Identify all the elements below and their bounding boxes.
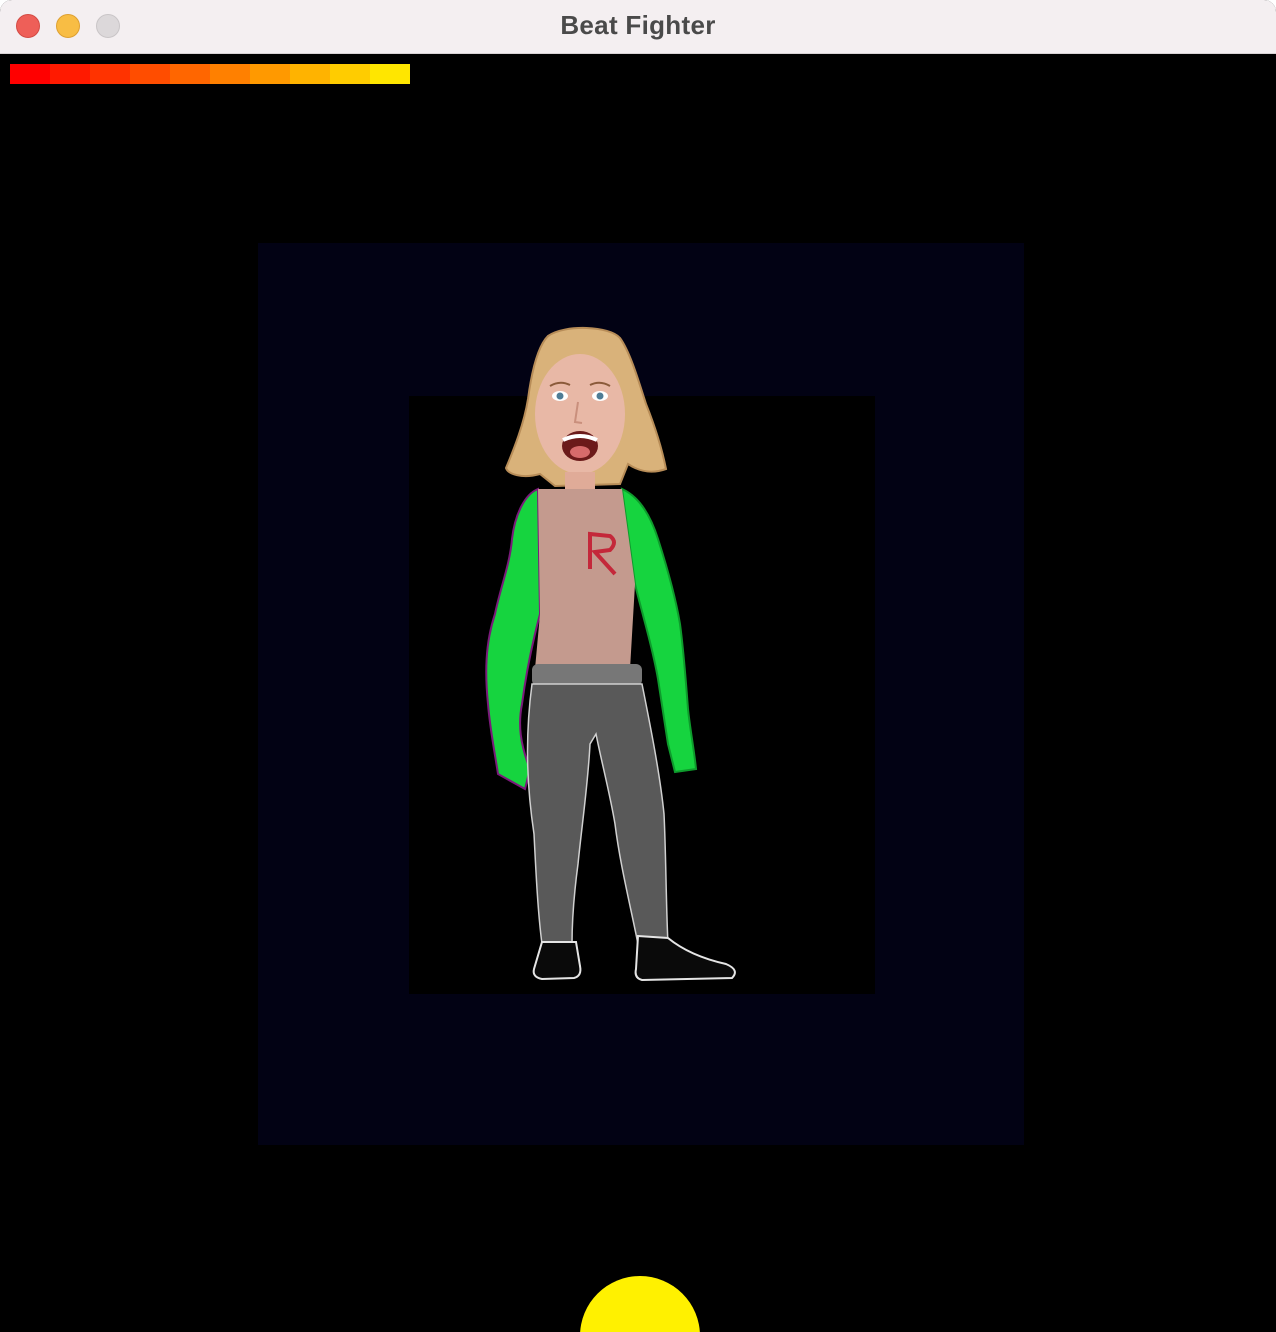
health-bar-segment [10, 64, 50, 84]
health-bar-segment [90, 64, 130, 84]
health-bar [10, 64, 410, 84]
health-bar-segment [210, 64, 250, 84]
fighter-shirt [535, 489, 635, 669]
health-bar-segment [370, 64, 410, 84]
game-canvas[interactable] [0, 54, 1276, 1332]
health-bar-segment [170, 64, 210, 84]
window-title: Beat Fighter [560, 10, 716, 40]
health-bar-segment [250, 64, 290, 84]
fighter-right-shoe [634, 934, 736, 982]
title-bar: Beat Fighter [0, 0, 1276, 54]
fighter-character [485, 327, 736, 982]
health-bar-segment [50, 64, 90, 84]
fighter-pants [526, 683, 669, 945]
health-bar-segment [330, 64, 370, 84]
beat-orb[interactable] [580, 1276, 700, 1332]
health-bar-segment [130, 64, 170, 84]
fighter-left-shoe [532, 941, 582, 981]
health-bar-segment [290, 64, 330, 84]
game-window: Beat Fighter [0, 0, 1276, 1332]
